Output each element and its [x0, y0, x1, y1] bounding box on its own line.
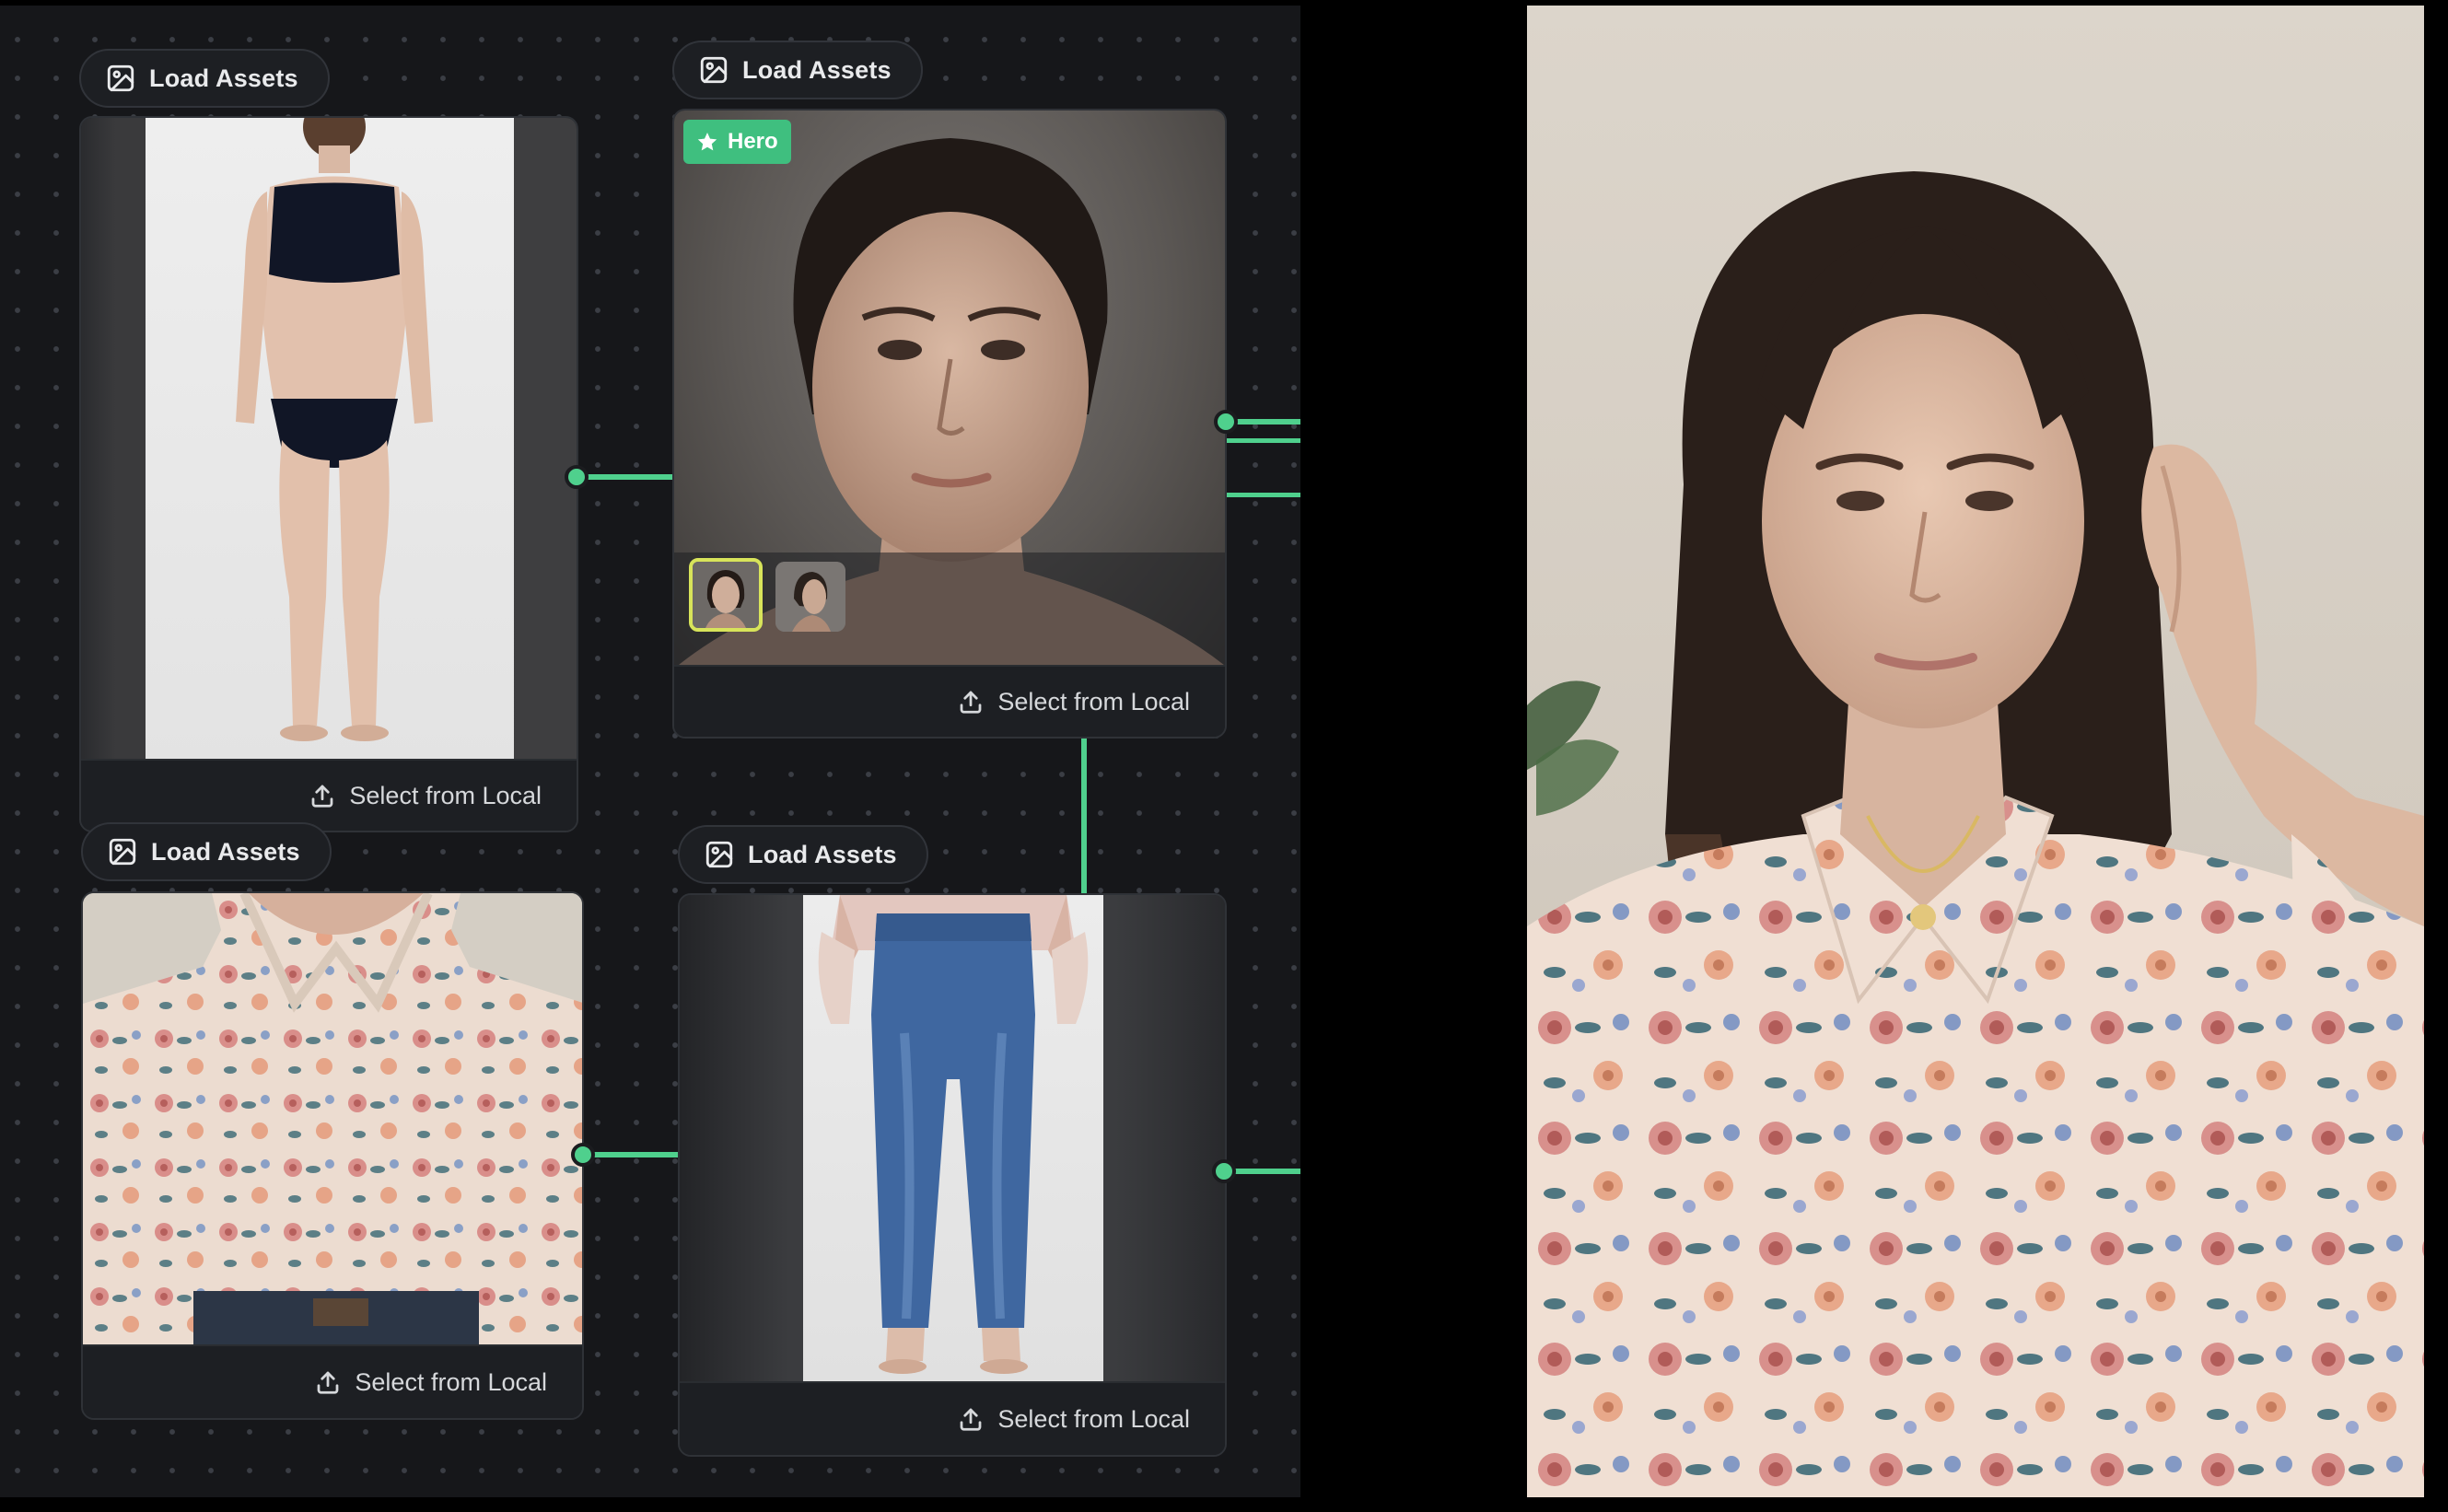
- output-port-top[interactable]: [571, 1143, 595, 1167]
- upload-icon: [961, 691, 982, 714]
- generated-preview-image: [1527, 6, 2424, 1497]
- select-from-local-button[interactable]: Select from Local: [680, 1381, 1225, 1455]
- wire-face-out-1: [1236, 419, 1300, 425]
- wire-face-to-bottom: [1081, 733, 1087, 897]
- output-port-body[interactable]: [565, 465, 589, 489]
- node-canvas[interactable]: Load Assets Select from Local Load Asset…: [0, 6, 1300, 1497]
- wire-top-to-bottom: [591, 1152, 678, 1157]
- select-from-local-label: Select from Local: [997, 1404, 1190, 1433]
- load-assets-label: Load Assets: [151, 837, 300, 866]
- thumbnail-face-front[interactable]: [689, 558, 763, 632]
- load-assets-label: Load Assets: [748, 840, 897, 868]
- upload-icon: [318, 1371, 339, 1394]
- asset-image-top: [83, 893, 582, 1348]
- load-assets-button[interactable]: Load Assets: [81, 822, 332, 881]
- asset-image-face: Hero: [674, 110, 1225, 669]
- asset-node-bottom[interactable]: Select from Local: [678, 893, 1227, 1457]
- upload-icon: [961, 1408, 982, 1431]
- image-icon: [107, 64, 134, 92]
- select-from-local-button[interactable]: Select from Local: [83, 1344, 582, 1418]
- load-assets-button[interactable]: Load Assets: [79, 49, 330, 108]
- wire-bottom-out: [1234, 1169, 1300, 1174]
- star-icon: [697, 133, 717, 151]
- select-from-local-button[interactable]: Select from Local: [674, 665, 1225, 737]
- upload-icon: [312, 785, 333, 808]
- wire-face-out-3: [1227, 493, 1300, 497]
- output-port-bottom[interactable]: [1212, 1159, 1236, 1183]
- select-from-local-label: Select from Local: [349, 781, 542, 809]
- image-icon: [109, 838, 136, 866]
- hero-badge: Hero: [683, 120, 791, 164]
- wire-face-out-2: [1227, 438, 1300, 443]
- load-assets-label: Load Assets: [149, 64, 298, 92]
- asset-image-bottom: [680, 895, 1225, 1387]
- asset-node-body[interactable]: Select from Local: [79, 116, 578, 832]
- asset-image-body: [81, 118, 577, 762]
- image-icon: [700, 56, 728, 84]
- wire-body-to-face: [586, 474, 672, 480]
- load-assets-button[interactable]: Load Assets: [672, 41, 923, 99]
- thumbnail-face-side[interactable]: [775, 562, 845, 632]
- select-from-local-button[interactable]: Select from Local: [81, 759, 577, 831]
- hero-badge-label: Hero: [728, 129, 778, 154]
- load-assets-button[interactable]: Load Assets: [678, 825, 928, 884]
- image-icon: [705, 841, 733, 868]
- load-assets-label: Load Assets: [742, 55, 892, 84]
- output-port-face[interactable]: [1214, 410, 1238, 434]
- select-from-local-label: Select from Local: [997, 687, 1190, 715]
- select-from-local-label: Select from Local: [355, 1367, 547, 1396]
- asset-node-top[interactable]: Select from Local: [81, 891, 584, 1420]
- asset-node-face[interactable]: Hero Select from Local: [672, 109, 1227, 739]
